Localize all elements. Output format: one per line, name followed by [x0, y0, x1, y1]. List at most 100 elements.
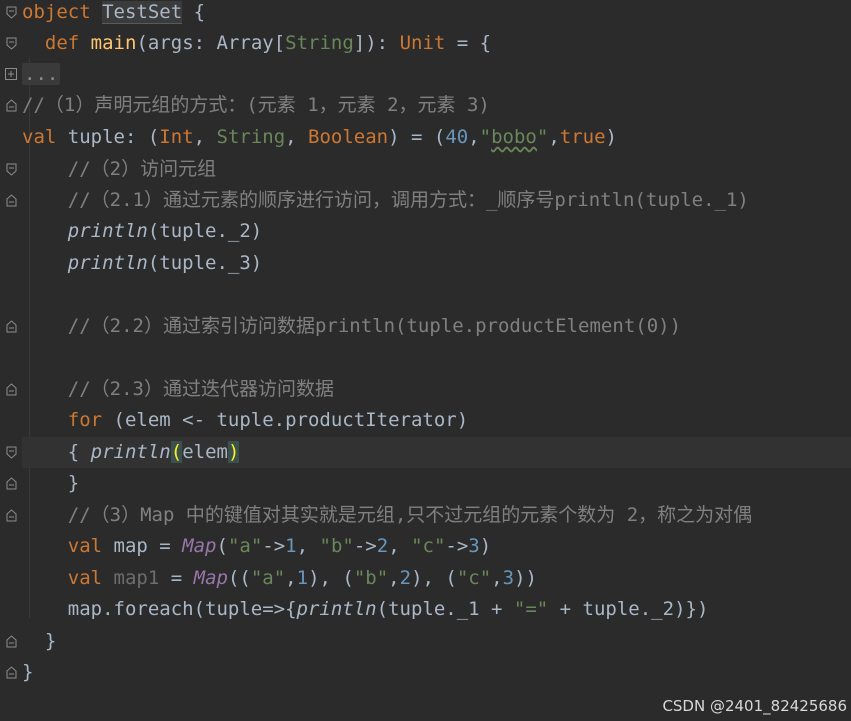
code-text: }: [22, 661, 34, 683]
code-line-22[interactable]: }: [22, 657, 851, 688]
string-literal: bobo: [491, 126, 537, 148]
string-literal: "=": [513, 598, 549, 620]
code-text: {: [182, 1, 206, 23]
return-type: Unit: [399, 32, 446, 54]
matched-paren: (: [170, 441, 183, 463]
function-call: println: [67, 252, 148, 274]
comment: //（2）访问元组: [67, 158, 217, 180]
code-line-3[interactable]: ...: [22, 59, 851, 90]
string-literal: "a": [227, 535, 263, 557]
unfold-icon[interactable]: [5, 67, 17, 81]
code-line-9[interactable]: println(tuple._3): [22, 248, 851, 279]
comment: //（1）声明元组的方式：(元素 1，元素 2，元素 3): [22, 94, 490, 116]
code-text: ,: [468, 126, 480, 148]
number-literal: 1: [285, 535, 297, 557]
code-text: }: [67, 472, 80, 494]
code-text: (tuple._2): [147, 220, 263, 242]
string-literal: ": [536, 126, 549, 148]
code-text: ->: [445, 535, 469, 557]
number-literal: 3: [502, 567, 515, 589]
fold-icon[interactable]: [5, 36, 17, 50]
code-text: tuple: (: [56, 126, 160, 148]
code-line-21[interactable]: }: [22, 626, 851, 657]
number-literal: 40: [445, 126, 469, 148]
comment: //（2.1）通过元素的顺序进行访问，调用方式：_顺序号println(tupl…: [67, 189, 749, 211]
code-text: ,: [491, 567, 503, 589]
code-text: ->: [262, 535, 286, 557]
folded-region[interactable]: ...: [22, 63, 61, 85]
code-line-5[interactable]: val tuple: (Int, String, Boolean) = (40,…: [22, 122, 851, 153]
fold-end-icon[interactable]: [5, 193, 17, 207]
code-editor[interactable]: object TestSet { def main(args: Array[St…: [0, 0, 851, 721]
code-line-4[interactable]: //（1）声明元组的方式：(元素 1，元素 2，元素 3): [22, 90, 851, 121]
keyword: val: [67, 535, 103, 557]
code-text: }: [44, 630, 57, 652]
fold-end-icon[interactable]: [5, 508, 17, 522]
code-line-16[interactable]: }: [22, 468, 851, 499]
code-line-14[interactable]: for (elem <- tuple.productIterator): [22, 405, 851, 436]
fold-end-icon[interactable]: [5, 665, 17, 679]
code-line-11[interactable]: //（2.2）通过索引访问数据println(tuple.productElem…: [22, 311, 851, 342]
function-call: println: [90, 441, 171, 463]
code-line-19[interactable]: val map1 = Map(("a",1), ("b",2), ("c",3)…: [22, 563, 851, 594]
comment: //（2.2）通过索引访问数据println(tuple.productElem…: [67, 315, 682, 337]
code-text: ((: [227, 567, 251, 589]
function-call: println: [296, 598, 377, 620]
matched-paren: ): [227, 441, 240, 463]
code-line-6[interactable]: //（2）访问元组: [22, 154, 851, 185]
comment: //（3）Map 中的键值对其实就是元组,只不过元组的元素个数为 2，称之为对偶: [67, 504, 753, 526]
fold-icon[interactable]: [5, 445, 17, 459]
fold-icon[interactable]: [5, 5, 17, 19]
code-text: (: [216, 535, 228, 557]
code-text: ,: [285, 126, 309, 148]
unused-variable: map1: [102, 567, 160, 589]
code-line-17[interactable]: //（3）Map 中的键值对其实就是元组,只不过元组的元素个数为 2，称之为对偶: [22, 500, 851, 531]
type-name: String: [285, 32, 354, 54]
code-line-8[interactable]: println(tuple._2): [22, 216, 851, 247]
code-line-13[interactable]: //（2.3）通过迭代器访问数据: [22, 374, 851, 405]
code-line-1[interactable]: object TestSet {: [22, 0, 851, 28]
code-text: ,: [548, 126, 560, 148]
fold-icon[interactable]: [5, 162, 17, 176]
code-text: (tuple._1 +: [376, 598, 514, 620]
string-literal: "c": [411, 535, 446, 557]
string-literal: "c": [456, 567, 492, 589]
code-text: ), (: [411, 567, 457, 589]
fold-end-icon[interactable]: [5, 98, 17, 112]
code-text: {: [67, 441, 91, 463]
fold-end-icon[interactable]: [5, 319, 17, 333]
type-name: Int: [159, 126, 194, 148]
code-text: ): [605, 126, 617, 148]
code-line-18[interactable]: val map = Map("a"->1, "b"->2, "c"->3): [22, 531, 851, 562]
code-text: ,: [388, 567, 400, 589]
string-literal: "b": [319, 535, 354, 557]
fold-end-icon[interactable]: [5, 476, 17, 490]
watermark: CSDN @2401_82425686: [662, 697, 847, 715]
code-text: elem: [182, 441, 228, 463]
comment: //（2.3）通过迭代器访问数据: [67, 378, 334, 400]
string-literal: "a": [250, 567, 286, 589]
code-text: (tuple._3): [147, 252, 263, 274]
fold-end-icon[interactable]: [5, 382, 17, 396]
function-call: Map: [193, 567, 228, 589]
code-line-7[interactable]: //（2.1）通过元素的顺序进行访问，调用方式：_顺序号println(tupl…: [22, 185, 851, 216]
fold-end-icon[interactable]: [5, 634, 17, 648]
code-line-15[interactable]: { println(elem): [22, 437, 851, 468]
code-line-20[interactable]: map.foreach(tuple=>{println(tuple._1 + "…: [22, 594, 851, 625]
code-text: ,: [388, 535, 412, 557]
code-text: (elem <- tuple.productIterator): [102, 409, 469, 431]
code-line-2[interactable]: def main(args: Array[String]): Unit = {: [22, 28, 851, 59]
